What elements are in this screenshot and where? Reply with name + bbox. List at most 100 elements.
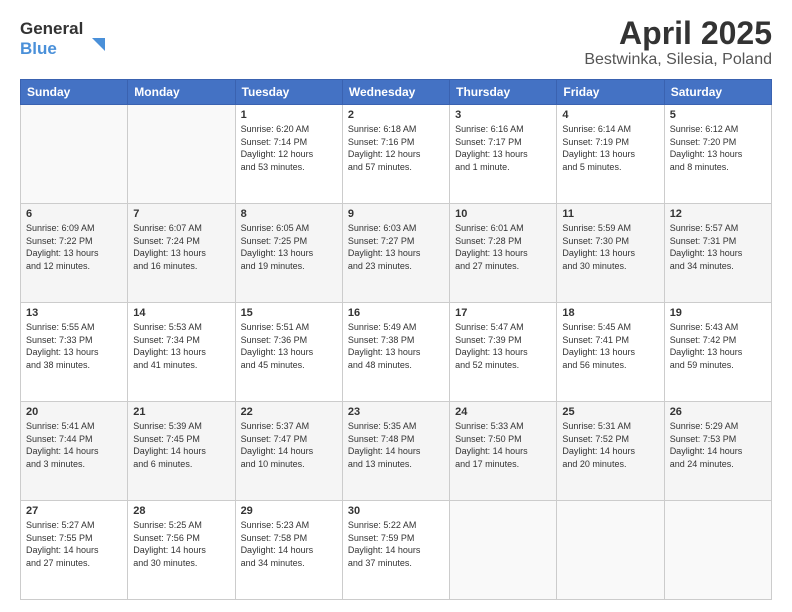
calendar-cell: 13 Sunrise: 5:55 AM Sunset: 7:33 PM Dayli… (21, 303, 128, 402)
calendar-cell: 15 Sunrise: 5:51 AM Sunset: 7:36 PM Dayli… (235, 303, 342, 402)
day-number: 19 (670, 307, 766, 319)
day-number: 23 (348, 406, 444, 418)
day-info: Sunrise: 5:29 AM Sunset: 7:53 PM Dayligh… (670, 420, 766, 470)
calendar-cell: 19 Sunrise: 5:43 AM Sunset: 7:42 PM Dayli… (664, 303, 771, 402)
calendar-table: SundayMondayTuesdayWednesdayThursdayFrid… (20, 79, 772, 600)
day-info: Sunrise: 5:37 AM Sunset: 7:47 PM Dayligh… (241, 420, 337, 470)
header: General Blue April 2025 Bestwinka, Siles… (20, 16, 772, 69)
day-info: Sunrise: 5:45 AM Sunset: 7:41 PM Dayligh… (562, 321, 658, 371)
day-number: 30 (348, 505, 444, 517)
calendar-cell: 27 Sunrise: 5:27 AM Sunset: 7:55 PM Dayli… (21, 501, 128, 600)
week-row-3: 13 Sunrise: 5:55 AM Sunset: 7:33 PM Dayli… (21, 303, 772, 402)
day-number: 7 (133, 208, 229, 220)
day-number: 1 (241, 109, 337, 121)
calendar-cell: 14 Sunrise: 5:53 AM Sunset: 7:34 PM Dayli… (128, 303, 235, 402)
day-number: 10 (455, 208, 551, 220)
weekday-header-friday: Friday (557, 80, 664, 105)
week-row-5: 27 Sunrise: 5:27 AM Sunset: 7:55 PM Dayli… (21, 501, 772, 600)
day-number: 16 (348, 307, 444, 319)
day-number: 18 (562, 307, 658, 319)
weekday-header-saturday: Saturday (664, 80, 771, 105)
day-number: 17 (455, 307, 551, 319)
day-info: Sunrise: 5:41 AM Sunset: 7:44 PM Dayligh… (26, 420, 122, 470)
calendar-cell: 30 Sunrise: 5:22 AM Sunset: 7:59 PM Dayli… (342, 501, 449, 600)
logo-block: General Blue (20, 16, 110, 65)
day-number: 6 (26, 208, 122, 220)
page: General Blue April 2025 Bestwinka, Siles… (0, 0, 792, 612)
day-info: Sunrise: 6:01 AM Sunset: 7:28 PM Dayligh… (455, 222, 551, 272)
day-info: Sunrise: 6:09 AM Sunset: 7:22 PM Dayligh… (26, 222, 122, 272)
day-number: 21 (133, 406, 229, 418)
svg-text:General: General (20, 19, 83, 38)
weekday-header-monday: Monday (128, 80, 235, 105)
day-number: 5 (670, 109, 766, 121)
calendar-cell: 4 Sunrise: 6:14 AM Sunset: 7:19 PM Daylig… (557, 105, 664, 204)
day-number: 11 (562, 208, 658, 220)
day-info: Sunrise: 6:20 AM Sunset: 7:14 PM Dayligh… (241, 123, 337, 173)
day-info: Sunrise: 5:27 AM Sunset: 7:55 PM Dayligh… (26, 519, 122, 569)
calendar-cell (21, 105, 128, 204)
day-number: 24 (455, 406, 551, 418)
day-number: 14 (133, 307, 229, 319)
calendar-cell: 11Sunrise: 5:59 AM Sunset: 7:30 PM Dayli… (557, 204, 664, 303)
day-info: Sunrise: 5:57 AM Sunset: 7:31 PM Dayligh… (670, 222, 766, 272)
day-number: 20 (26, 406, 122, 418)
day-number: 27 (26, 505, 122, 517)
calendar-cell: 21Sunrise: 5:39 AM Sunset: 7:45 PM Dayli… (128, 402, 235, 501)
calendar-title: April 2025 (584, 16, 772, 51)
calendar-cell: 5 Sunrise: 6:12 AM Sunset: 7:20 PM Daylig… (664, 105, 771, 204)
weekday-header-wednesday: Wednesday (342, 80, 449, 105)
calendar-cell: 17Sunrise: 5:47 AM Sunset: 7:39 PM Dayli… (450, 303, 557, 402)
week-row-4: 20 Sunrise: 5:41 AM Sunset: 7:44 PM Dayli… (21, 402, 772, 501)
day-info: Sunrise: 5:51 AM Sunset: 7:36 PM Dayligh… (241, 321, 337, 371)
day-number: 29 (241, 505, 337, 517)
weekday-header-row: SundayMondayTuesdayWednesdayThursdayFrid… (21, 80, 772, 105)
day-info: Sunrise: 6:16 AM Sunset: 7:17 PM Dayligh… (455, 123, 551, 173)
calendar-cell: 23 Sunrise: 5:35 AM Sunset: 7:48 PM Dayli… (342, 402, 449, 501)
weekday-header-sunday: Sunday (21, 80, 128, 105)
day-info: Sunrise: 5:25 AM Sunset: 7:56 PM Dayligh… (133, 519, 229, 569)
calendar-cell: 25Sunrise: 5:31 AM Sunset: 7:52 PM Dayli… (557, 402, 664, 501)
day-info: Sunrise: 6:05 AM Sunset: 7:25 PM Dayligh… (241, 222, 337, 272)
calendar-cell: 26 Sunrise: 5:29 AM Sunset: 7:53 PM Dayli… (664, 402, 771, 501)
calendar-cell: 9 Sunrise: 6:03 AM Sunset: 7:27 PM Daylig… (342, 204, 449, 303)
day-number: 9 (348, 208, 444, 220)
day-number: 28 (133, 505, 229, 517)
day-info: Sunrise: 6:12 AM Sunset: 7:20 PM Dayligh… (670, 123, 766, 173)
calendar-cell: 28 Sunrise: 5:25 AM Sunset: 7:56 PM Dayli… (128, 501, 235, 600)
calendar-cell: 18 Sunrise: 5:45 AM Sunset: 7:41 PM Dayli… (557, 303, 664, 402)
calendar-cell: 24 Sunrise: 5:33 AM Sunset: 7:50 PM Dayli… (450, 402, 557, 501)
calendar-cell: 8 Sunrise: 6:05 AM Sunset: 7:25 PM Daylig… (235, 204, 342, 303)
calendar-cell: 2Sunrise: 6:18 AM Sunset: 7:16 PM Daylig… (342, 105, 449, 204)
day-info: Sunrise: 5:55 AM Sunset: 7:33 PM Dayligh… (26, 321, 122, 371)
day-number: 13 (26, 307, 122, 319)
calendar-cell (664, 501, 771, 600)
day-info: Sunrise: 5:49 AM Sunset: 7:38 PM Dayligh… (348, 321, 444, 371)
day-info: Sunrise: 6:14 AM Sunset: 7:19 PM Dayligh… (562, 123, 658, 173)
day-info: Sunrise: 5:53 AM Sunset: 7:34 PM Dayligh… (133, 321, 229, 371)
calendar-cell (450, 501, 557, 600)
calendar-cell: 12Sunrise: 5:57 AM Sunset: 7:31 PM Dayli… (664, 204, 771, 303)
calendar-cell: 20 Sunrise: 5:41 AM Sunset: 7:44 PM Dayli… (21, 402, 128, 501)
calendar-cell: 3Sunrise: 6:16 AM Sunset: 7:17 PM Daylig… (450, 105, 557, 204)
week-row-2: 6 Sunrise: 6:09 AM Sunset: 7:22 PM Daylig… (21, 204, 772, 303)
calendar-cell: 22Sunrise: 5:37 AM Sunset: 7:47 PM Dayli… (235, 402, 342, 501)
day-info: Sunrise: 5:43 AM Sunset: 7:42 PM Dayligh… (670, 321, 766, 371)
calendar-cell: 10 Sunrise: 6:01 AM Sunset: 7:28 PM Dayli… (450, 204, 557, 303)
calendar-cell (128, 105, 235, 204)
day-info: Sunrise: 5:22 AM Sunset: 7:59 PM Dayligh… (348, 519, 444, 569)
day-number: 15 (241, 307, 337, 319)
day-number: 4 (562, 109, 658, 121)
calendar-cell: 6 Sunrise: 6:09 AM Sunset: 7:22 PM Daylig… (21, 204, 128, 303)
calendar-cell: 1 Sunrise: 6:20 AM Sunset: 7:14 PM Daylig… (235, 105, 342, 204)
day-info: Sunrise: 5:33 AM Sunset: 7:50 PM Dayligh… (455, 420, 551, 470)
day-number: 8 (241, 208, 337, 220)
day-info: Sunrise: 6:07 AM Sunset: 7:24 PM Dayligh… (133, 222, 229, 272)
svg-text:Blue: Blue (20, 39, 57, 58)
logo: General Blue (20, 16, 110, 65)
day-number: 26 (670, 406, 766, 418)
calendar-cell: 29Sunrise: 5:23 AM Sunset: 7:58 PM Dayli… (235, 501, 342, 600)
day-info: Sunrise: 5:35 AM Sunset: 7:48 PM Dayligh… (348, 420, 444, 470)
day-info: Sunrise: 6:03 AM Sunset: 7:27 PM Dayligh… (348, 222, 444, 272)
weekday-header-tuesday: Tuesday (235, 80, 342, 105)
